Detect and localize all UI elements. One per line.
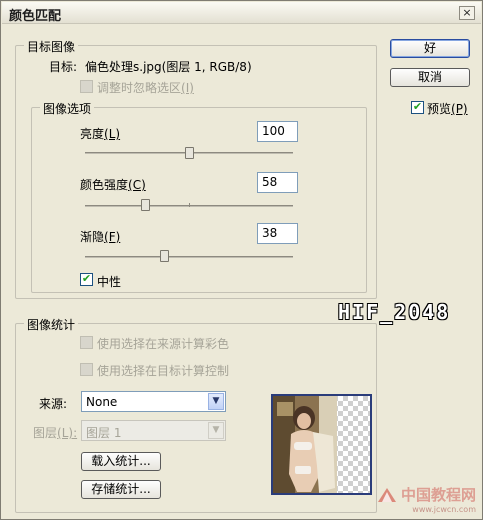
source-select-value: None bbox=[86, 395, 118, 409]
layer-select[interactable]: 图层 1 ▼ bbox=[81, 420, 226, 441]
image-options-title: 图像选项 bbox=[40, 100, 95, 117]
use-source-selection-checkbox[interactable] bbox=[80, 336, 93, 349]
statistics-title: 图像统计 bbox=[24, 316, 79, 333]
ignore-selection-text: 调整时忽略选区 bbox=[97, 81, 182, 95]
luminance-hotkey: (L) bbox=[104, 127, 121, 141]
thumbnail-image bbox=[273, 396, 370, 493]
source-select[interactable]: None ▼ bbox=[81, 391, 226, 412]
logo-url: www.jcwcn.com bbox=[412, 505, 476, 514]
luminance-label: 亮度(L) bbox=[80, 125, 120, 142]
color-intensity-text: 颜色强度 bbox=[80, 178, 129, 192]
logo-icon bbox=[377, 487, 396, 502]
load-statistics-button[interactable]: 载入统计... bbox=[81, 452, 161, 471]
luminance-input[interactable]: 100 bbox=[257, 121, 298, 142]
use-source-selection-label: 使用选择在来源计算彩色 bbox=[97, 337, 230, 351]
use-target-selection-label: 使用选择在目标计算控制 bbox=[97, 364, 230, 378]
preview-hotkey: (P) bbox=[451, 102, 468, 116]
chevron-down-icon: ▼ bbox=[208, 393, 224, 410]
layer-text: 图层 bbox=[33, 426, 58, 440]
preview-checkbox[interactable]: ✔ bbox=[411, 101, 424, 114]
color-intensity-slider-thumb[interactable] bbox=[140, 199, 150, 211]
close-button[interactable]: × bbox=[459, 6, 475, 20]
luminance-text: 亮度 bbox=[80, 127, 105, 141]
watermark-text: HIF_2048 bbox=[338, 300, 451, 324]
ignore-selection-checkbox[interactable] bbox=[80, 80, 93, 93]
fade-label: 渐隐(F) bbox=[80, 228, 120, 245]
preview-label: 预览(P) bbox=[427, 100, 468, 117]
preview-text: 预览 bbox=[427, 102, 452, 116]
target-group-title: 目标图像 bbox=[24, 38, 79, 55]
fade-input[interactable]: 38 bbox=[257, 223, 298, 244]
layer-select-value: 图层 1 bbox=[86, 426, 122, 440]
site-logo: 中国教程网 www.jcwcn.com bbox=[376, 484, 476, 514]
title-bar: 颜色匹配 × bbox=[2, 2, 481, 24]
cancel-button[interactable]: 取消 bbox=[390, 68, 470, 87]
source-image-thumbnail bbox=[271, 394, 372, 495]
neutralize-label: 中性 bbox=[97, 275, 122, 289]
fade-hotkey: (F) bbox=[104, 230, 121, 244]
chevron-down-icon: ▼ bbox=[208, 422, 224, 439]
fade-slider-track[interactable] bbox=[85, 256, 293, 258]
fade-slider-thumb[interactable] bbox=[159, 250, 169, 262]
ok-button[interactable]: 好 bbox=[390, 39, 470, 58]
fade-text: 渐隐 bbox=[80, 230, 105, 244]
neutralize-checkbox[interactable]: ✔ bbox=[80, 273, 93, 286]
source-label: 来源: bbox=[39, 397, 68, 411]
target-label: 目标: bbox=[49, 60, 78, 74]
color-intensity-input[interactable]: 58 bbox=[257, 172, 298, 193]
color-intensity-hotkey: (C) bbox=[128, 178, 146, 192]
layer-label: 图层(L): bbox=[33, 424, 77, 441]
ignore-selection-hotkey: (I) bbox=[181, 81, 194, 95]
color-intensity-midpoint-tick bbox=[189, 203, 190, 207]
color-match-dialog: 颜色匹配 × 目标图像 目标: 偏色处理s.jpg(图层 1, RGB/8) 调… bbox=[0, 0, 483, 520]
dialog-title: 颜色匹配 bbox=[9, 9, 62, 24]
target-value: 偏色处理s.jpg(图层 1, RGB/8) bbox=[85, 60, 252, 74]
ignore-selection-label: 调整时忽略选区(I) bbox=[97, 79, 194, 96]
save-statistics-button[interactable]: 存储统计... bbox=[81, 480, 161, 499]
use-target-selection-checkbox[interactable] bbox=[80, 363, 93, 376]
color-intensity-label: 颜色强度(C) bbox=[80, 176, 146, 193]
luminance-slider-thumb[interactable] bbox=[184, 147, 194, 159]
layer-hotkey: (L): bbox=[57, 426, 78, 440]
logo-name: 中国教程网 bbox=[400, 486, 476, 504]
